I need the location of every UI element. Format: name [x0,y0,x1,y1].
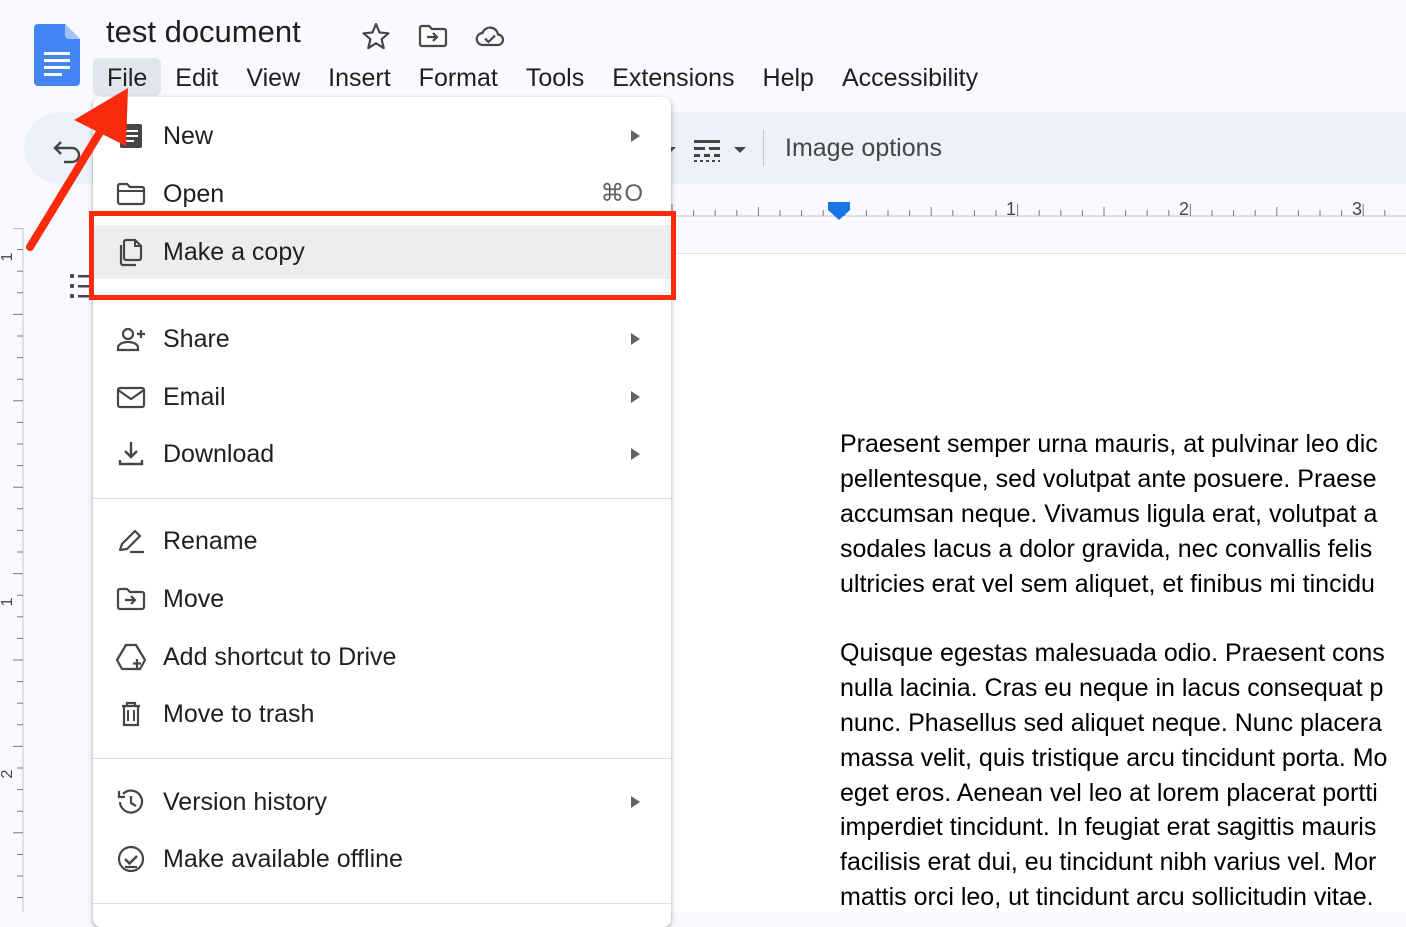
menu-item-label: Email [163,383,226,411]
submenu-arrow-icon [631,391,640,403]
folder-icon [116,182,146,206]
text-line: accumsan neque. Vivamus ligula erat, vol… [840,499,1378,528]
menu-item-share[interactable]: Share [93,312,671,366]
text-line: massa velit, quis tristique arcu tincidu… [840,743,1388,772]
menu-divider [93,758,671,759]
submenu-arrow-icon [631,796,640,808]
menu-item-label: Download [163,440,275,468]
menu-item-move[interactable]: Move [93,572,671,626]
download-icon [118,442,144,466]
offline-check-icon [117,845,145,873]
menu-item-make-available-offline[interactable]: Make available offline [93,832,671,886]
menu-item-label: Version history [163,788,327,816]
history-icon [117,789,144,814]
menu-bar: File Edit View Insert Format Tools Exten… [93,58,992,98]
indent-marker-icon [828,204,850,220]
move-folder-icon [116,587,146,611]
document-title[interactable]: test document [106,14,301,50]
document-paragraph-2[interactable]: Quisque egestas malesuada odio. Praesent… [840,636,1387,915]
menu-item-label: New [163,122,214,150]
menu-item-rename[interactable]: Rename [93,514,671,568]
menu-item-move-to-trash[interactable]: Move to trash [93,687,671,741]
menu-item-label: Add shortcut to Drive [163,643,397,671]
text-line: nunc. Phasellus sed aliquet neque. Nunc … [840,708,1383,737]
new-doc-icon [120,124,142,148]
undo-icon[interactable] [52,136,88,166]
menu-item-label: Rename [163,527,258,555]
border-dash-caret-icon[interactable] [730,140,750,160]
text-line: sodales lacus a dolor gravida, nec conva… [840,534,1373,563]
menu-tools[interactable]: Tools [512,58,598,96]
menu-item-download[interactable]: Download [93,427,671,481]
toolbar-divider [763,130,764,166]
menu-divider [93,498,671,499]
star-icon[interactable] [360,20,392,52]
document-paragraph-1[interactable]: Praesent semper urna mauris, at pulvinar… [840,427,1378,601]
vertical-ruler[interactable]: 1 1 2 [0,228,24,912]
menu-item-label: Share [163,325,230,353]
menu-accessibility[interactable]: Accessibility [828,58,992,96]
ruler-label: 1 [1006,199,1016,219]
rename-icon [118,529,144,554]
menu-edit[interactable]: Edit [161,58,232,96]
text-line: pellentesque, sed volutpat ante posuere.… [840,464,1377,493]
text-line: nulla lacinia. Cras eu neque in lacus co… [840,673,1384,702]
docs-logo-icon[interactable] [34,24,80,86]
drive-shortcut-icon [115,643,147,671]
ruler-label: 2 [0,769,16,778]
trash-icon [122,701,140,727]
menu-help[interactable]: Help [749,58,828,96]
ruler-label: 1 [0,597,16,606]
menu-item-label: Make available offline [163,845,403,873]
submenu-arrow-icon [631,130,640,142]
menu-insert[interactable]: Insert [314,58,405,96]
menu-format[interactable]: Format [405,58,512,96]
ruler-label: 1 [0,252,16,261]
cloud-saved-icon[interactable] [474,20,506,52]
menu-extensions[interactable]: Extensions [598,58,748,96]
menu-item-email[interactable]: Email [93,370,671,424]
submenu-arrow-icon [631,333,640,345]
move-folder-icon[interactable] [417,20,449,52]
text-line: Quisque egestas malesuada odio. Praesent… [840,639,1385,667]
menu-file[interactable]: File [93,58,162,96]
text-line: Praesent semper urna mauris, at pulvinar… [840,430,1378,458]
menu-item-label: Move to trash [163,700,315,728]
text-line: mattis orci leo, ut tincidunt arcu solli… [840,883,1374,912]
ruler-label: 2 [1179,199,1189,219]
ruler-label: 3 [1352,199,1362,219]
text-line: ultricies erat vel sem aliquet, et finib… [840,569,1375,598]
menu-item-add-shortcut[interactable]: Add shortcut to Drive [93,630,671,684]
menu-divider [93,903,671,904]
menu-item-new[interactable]: New [93,109,671,163]
border-dash-icon[interactable] [692,136,722,164]
menu-item-label: Move [163,585,225,613]
image-options-button[interactable]: Image options [785,130,942,166]
text-line: eget eros. Aenean vel leo at lorem place… [840,778,1378,807]
mail-icon [116,386,146,409]
share-person-icon [116,327,145,352]
horizontal-ruler[interactable]: 1 2 3 [670,190,1406,230]
submenu-arrow-icon [631,448,640,460]
text-line: imperdiet tincidunt. In feugiat erat sag… [840,813,1377,842]
menu-item-version-history[interactable]: Version history [93,775,671,829]
menu-view[interactable]: View [232,58,314,96]
text-line: facilisis erat dui, eu tincidunt nibh va… [840,848,1377,877]
annotation-highlight-box [89,211,676,300]
